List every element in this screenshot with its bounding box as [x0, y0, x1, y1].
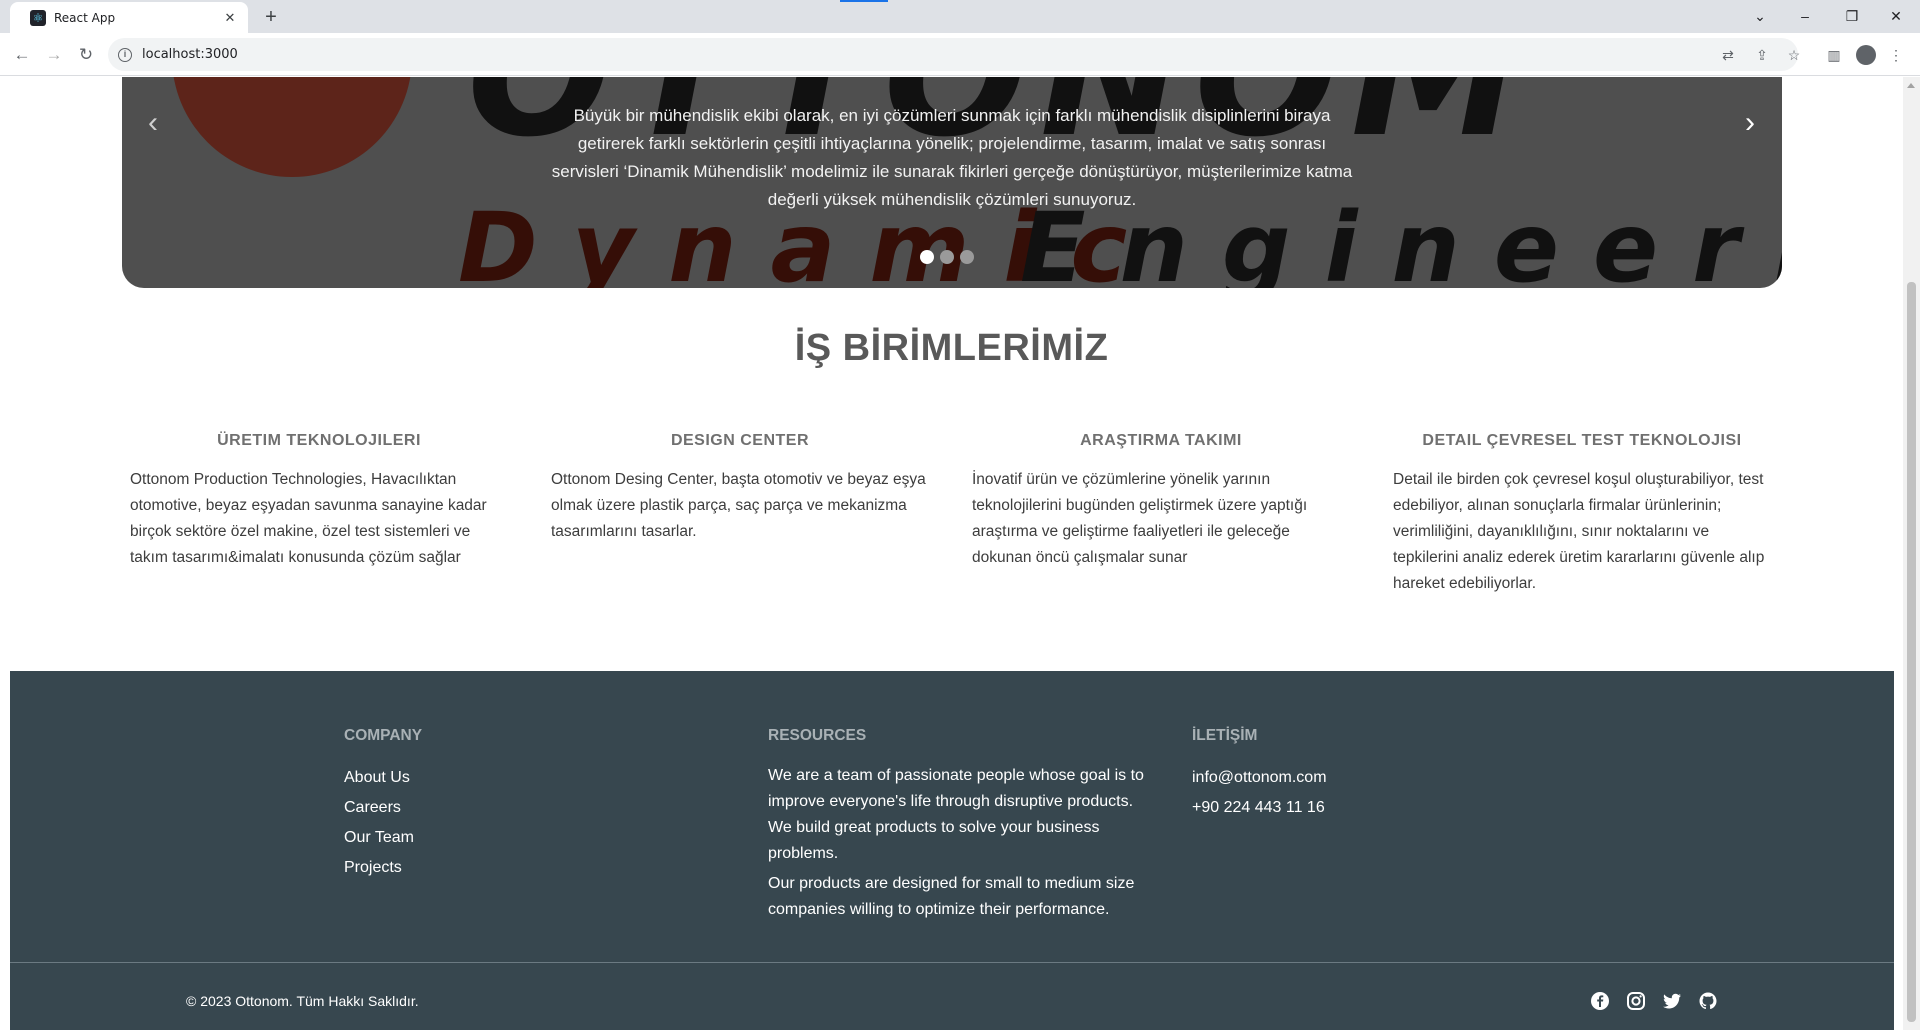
browser-tab-strip: ⚛ React App ✕ + ⌄ – ❐ ✕ — [0, 0, 1920, 33]
site-footer: COMPANY About Us Careers Our Team Projec… — [10, 671, 1894, 1030]
unit-heading: DESIGN CENTER — [670, 432, 810, 449]
section-title: İŞ BİRİMLERİMİZ — [794, 327, 1109, 369]
footer-heading-resources: RESOURCES — [768, 727, 867, 744]
hero-caption: Büyük bir mühendislik ekibi olarak, en i… — [551, 106, 1353, 209]
menu-dots-icon[interactable]: ⋮ — [1886, 45, 1906, 65]
footer-contact: İLETİŞİM info@ottonom.com +90 224 443 11… — [1192, 727, 1572, 823]
share-icon[interactable]: ⇪ — [1752, 45, 1772, 65]
instagram-icon[interactable] — [1626, 991, 1646, 1011]
footer-link-about[interactable]: About Us — [344, 763, 724, 793]
new-tab-icon[interactable]: + — [260, 6, 282, 28]
twitter-icon[interactable] — [1662, 991, 1682, 1011]
carousel-next-icon[interactable]: › — [1735, 103, 1765, 143]
unit-card-production: ÜRETIM TEKNOLOJILERI Ottonom Production … — [130, 432, 508, 571]
facebook-icon[interactable] — [1590, 991, 1610, 1011]
react-favicon-icon: ⚛ — [30, 9, 46, 26]
footer-divider — [10, 962, 1894, 963]
footer-resources-text-1: We are a team of passionate people whose… — [768, 767, 1144, 862]
footer-resources: RESOURCES We are a team of passionate pe… — [768, 727, 1148, 927]
carousel-indicators — [920, 250, 974, 264]
minimize-icon[interactable]: – — [1793, 4, 1817, 28]
url-text: localhost:3000 — [142, 47, 238, 62]
unit-text: İnovatif ürün ve çözümlerine yönelik yar… — [972, 471, 1308, 566]
carousel-prev-icon[interactable]: ‹ — [138, 103, 168, 143]
window-close-icon[interactable]: ✕ — [1884, 4, 1908, 28]
back-icon[interactable]: ← — [10, 43, 34, 67]
tab-title: React App — [54, 10, 116, 25]
unit-text: Detail ile birden çok çevresel koşul olu… — [1393, 471, 1765, 592]
restore-icon[interactable]: ❐ — [1840, 4, 1864, 28]
hero-carousel: OTTONOM Dynamic Engineering Büyük bir mü… — [122, 77, 1782, 288]
reload-icon[interactable]: ↻ — [74, 43, 98, 67]
footer-link-careers[interactable]: Careers — [344, 793, 724, 823]
unit-card-research: ARAŞTIRMA TAKIMI İnovatif ürün ve çözüml… — [972, 432, 1350, 571]
address-bar: ← → ↻ i localhost:3000 ⇄ ⇪ ☆ ▥ ⋮ — [0, 33, 1920, 76]
footer-company: COMPANY About Us Careers Our Team Projec… — [344, 727, 724, 883]
page-scrollbar[interactable] — [1903, 77, 1920, 1030]
translate-icon[interactable]: ⇄ — [1718, 45, 1738, 65]
footer-heading-contact: İLETİŞİM — [1192, 727, 1258, 744]
forward-icon[interactable]: → — [42, 43, 66, 67]
unit-heading: ÜRETIM TEKNOLOJILERI — [217, 432, 421, 449]
unit-card-detail: DETAIL ÇEVRESEL TEST TEKNOLOJISI Detail … — [1393, 432, 1771, 597]
unit-text: Ottonom Desing Center, başta otomotiv ve… — [551, 471, 926, 540]
tab-search-indicator — [840, 0, 888, 2]
profile-avatar-icon[interactable] — [1856, 45, 1876, 65]
github-icon[interactable] — [1698, 991, 1718, 1011]
unit-text: Ottonom Production Technologies, Havacıl… — [130, 471, 487, 566]
url-field[interactable]: i localhost:3000 — [108, 38, 1798, 71]
unit-heading: ARAŞTIRMA TAKIMI — [1080, 432, 1242, 449]
unit-heading: DETAIL ÇEVRESEL TEST TEKNOLOJISI — [1422, 432, 1742, 449]
scroll-up-icon[interactable] — [1907, 83, 1915, 88]
carousel-dot-3[interactable] — [960, 250, 974, 264]
bookmark-star-icon[interactable]: ☆ — [1784, 45, 1804, 65]
scrollbar-thumb[interactable] — [1907, 282, 1916, 1022]
unit-card-design: DESIGN CENTER Ottonom Desing Center, baş… — [551, 432, 929, 545]
footer-resources-text-2: Our products are designed for small to m… — [768, 875, 1135, 918]
footer-link-projects[interactable]: Projects — [344, 853, 724, 883]
carousel-dot-2[interactable] — [940, 250, 954, 264]
tab-close-icon[interactable]: ✕ — [222, 10, 238, 26]
footer-email-link[interactable]: info@ottonom.com — [1192, 763, 1572, 793]
tab-search-icon[interactable]: ⌄ — [1748, 4, 1772, 28]
footer-link-team[interactable]: Our Team — [344, 823, 724, 853]
copyright-text: © 2023 Ottonom. Tüm Hakkı Saklıdır. — [186, 993, 419, 1009]
carousel-dot-1[interactable] — [920, 250, 934, 264]
page-viewport: OTTONOM Dynamic Engineering Büyük bir mü… — [0, 77, 1903, 1030]
footer-heading-company: COMPANY — [344, 727, 423, 744]
side-panel-icon[interactable]: ▥ — [1824, 45, 1844, 65]
browser-tab[interactable]: ⚛ React App ✕ — [10, 2, 248, 33]
footer-phone-link[interactable]: +90 224 443 11 16 — [1192, 793, 1572, 823]
site-info-icon[interactable]: i — [118, 47, 132, 62]
